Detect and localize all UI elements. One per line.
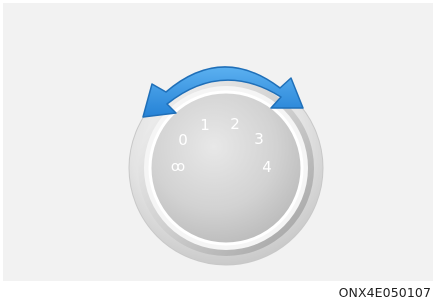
dial-position-0: 0 [178, 131, 188, 149]
dial-position-1: 1 [200, 116, 210, 134]
dial-position-3: 3 [254, 130, 264, 148]
fan-icon: ꝏ [171, 159, 185, 175]
dial-position-4: 4 [262, 158, 272, 176]
figure-caption: ONX4E050107 [338, 285, 431, 300]
dial-position-2: 2 [230, 115, 240, 133]
fan-speed-dial-illustration: 0 1 2 3 4 ꝏ [128, 66, 324, 266]
